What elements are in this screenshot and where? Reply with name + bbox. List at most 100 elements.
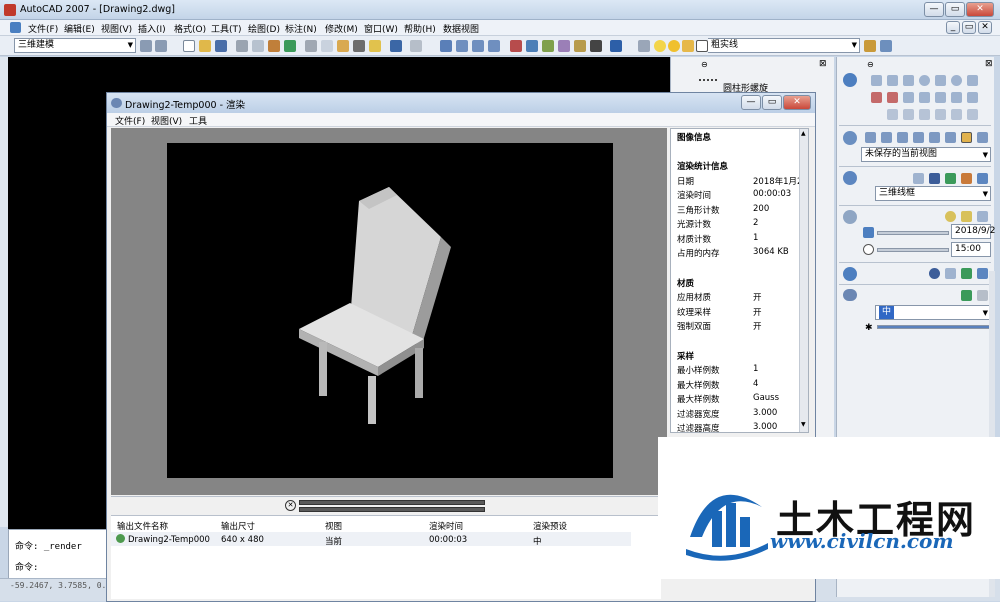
sun-icon[interactable]: [945, 211, 956, 222]
zoom-window-icon[interactable]: [472, 40, 484, 52]
doc-close-button[interactable]: ✕: [978, 21, 992, 34]
undo-icon[interactable]: [390, 40, 402, 52]
menu-file[interactable]: 文件(F): [28, 22, 58, 35]
advanced-render-icon[interactable]: [977, 290, 988, 301]
design-center-icon[interactable]: [526, 40, 538, 52]
tool-palettes-icon[interactable]: [542, 40, 554, 52]
menu-format[interactable]: 格式(O): [174, 22, 206, 35]
visual-style-combo[interactable]: 三维线框 ▼: [875, 186, 991, 201]
conceptual-icon[interactable]: [961, 173, 972, 184]
history-filename[interactable]: Drawing2-Temp000: [128, 535, 210, 545]
sheet-set-icon[interactable]: [558, 40, 570, 52]
revolve-icon[interactable]: [887, 92, 898, 103]
print-icon[interactable]: [236, 40, 248, 52]
menu-draw[interactable]: 绘图(D): [248, 22, 280, 35]
scroll-down-icon[interactable]: ▼: [801, 421, 806, 428]
layer-manager-icon[interactable]: [638, 40, 650, 52]
minimize-button[interactable]: —: [924, 2, 944, 17]
fly-icon[interactable]: [929, 132, 940, 143]
cut-icon[interactable]: [305, 40, 317, 52]
menu-view[interactable]: 视图(V): [101, 22, 132, 35]
copy-icon[interactable]: [321, 40, 333, 52]
zoom-3d-icon[interactable]: [897, 132, 908, 143]
history-header-time[interactable]: 渲染时间: [429, 520, 463, 532]
menu-window[interactable]: 窗口(W): [364, 22, 398, 35]
help-icon[interactable]: [610, 40, 622, 52]
material-mapping-icon[interactable]: [961, 268, 972, 279]
scroll-up-icon[interactable]: ▲: [801, 130, 806, 137]
workspace-save-icon[interactable]: [155, 40, 167, 52]
texture-icon[interactable]: [945, 268, 956, 279]
torus-icon[interactable]: [951, 75, 962, 86]
doc-restore-button[interactable]: ▭: [962, 21, 976, 34]
make-current-layer-icon[interactable]: [864, 40, 876, 52]
view-combo[interactable]: 未保存的当前视图 ▼: [861, 147, 991, 162]
camera-icon[interactable]: [945, 132, 956, 143]
walk-icon[interactable]: [913, 132, 924, 143]
menu-help[interactable]: 帮助(H): [404, 22, 436, 35]
menu-insert[interactable]: 插入(I): [138, 22, 166, 35]
redo-icon[interactable]: [410, 40, 422, 52]
section-icon[interactable]: [903, 109, 914, 120]
render-menu-view[interactable]: 视图(V): [151, 114, 182, 127]
pan-3d-icon[interactable]: [881, 132, 892, 143]
menu-tools[interactable]: 工具(T): [211, 22, 242, 35]
material-sphere-icon[interactable]: [929, 268, 940, 279]
workspace-combo[interactable]: 三维建模 ▼: [14, 38, 136, 53]
render-region-icon[interactable]: [961, 290, 972, 301]
render-menu-tools[interactable]: 工具: [189, 114, 207, 127]
render-menu-file[interactable]: 文件(F): [115, 114, 145, 127]
new-file-icon[interactable]: [183, 40, 195, 52]
extrude-icon[interactable]: [871, 92, 882, 103]
cancel-render-icon[interactable]: ✱: [865, 323, 873, 333]
3d-wireframe-icon[interactable]: [929, 173, 940, 184]
date-field[interactable]: 2018/9/2: [951, 224, 995, 239]
render-minimize-button[interactable]: —: [741, 95, 761, 110]
materials-palette-icon[interactable]: [977, 268, 988, 279]
box-icon[interactable]: [871, 75, 882, 86]
history-header-view[interactable]: 视图: [325, 520, 342, 532]
render-close-button[interactable]: ✕: [783, 95, 811, 110]
print-preview-icon[interactable]: [252, 40, 264, 52]
markup-icon[interactable]: [574, 40, 586, 52]
dgn-icon[interactable]: [284, 40, 296, 52]
block-editor-icon[interactable]: [369, 40, 381, 52]
layer-previous-icon[interactable]: [880, 40, 892, 52]
menu-dataview[interactable]: 数据视图: [443, 22, 479, 35]
2d-wireframe-icon[interactable]: [913, 173, 924, 184]
image-info-scrollbar[interactable]: ▲ ▼: [799, 129, 808, 432]
cylinder-icon[interactable]: [935, 75, 946, 86]
palette-close-icon[interactable]: ⊠: [819, 59, 827, 69]
close-button[interactable]: ✕: [966, 2, 994, 17]
wedge-icon[interactable]: [887, 75, 898, 86]
loft-icon[interactable]: [919, 92, 930, 103]
date-slider[interactable]: [877, 231, 949, 235]
match-properties-icon[interactable]: [353, 40, 365, 52]
maximize-button[interactable]: ▭: [945, 2, 965, 17]
open-file-icon[interactable]: [199, 40, 211, 52]
render-maximize-button[interactable]: ▭: [762, 95, 782, 110]
command-line[interactable]: 命令: _render 命令:: [8, 529, 116, 579]
save-file-icon[interactable]: [215, 40, 227, 52]
history-header-size[interactable]: 输出尺寸: [221, 520, 255, 532]
cone-icon[interactable]: [903, 75, 914, 86]
sun-properties-icon[interactable]: [961, 211, 972, 222]
paste-icon[interactable]: [337, 40, 349, 52]
pyramid-icon[interactable]: [967, 75, 978, 86]
render-preset-combo[interactable]: 中 ▼: [875, 305, 991, 320]
properties-icon[interactable]: [510, 40, 522, 52]
menu-modify[interactable]: 修改(M): [325, 22, 358, 35]
zoom-realtime-icon[interactable]: [456, 40, 468, 52]
intersect-icon[interactable]: [967, 92, 978, 103]
render-quality-slider[interactable]: [877, 325, 991, 329]
publish-icon[interactable]: [268, 40, 280, 52]
light-list-icon[interactable]: [977, 211, 988, 222]
doc-minimize-button[interactable]: _: [946, 21, 960, 34]
menu-edit[interactable]: 编辑(E): [64, 22, 95, 35]
imprint-icon[interactable]: [935, 109, 946, 120]
dashboard-close-icon[interactable]: ⊠: [985, 59, 993, 69]
thicken-icon[interactable]: [919, 109, 930, 120]
orbit-icon[interactable]: [865, 132, 876, 143]
shell-icon[interactable]: [951, 109, 962, 120]
history-header-filename[interactable]: 输出文件名称: [117, 520, 168, 532]
